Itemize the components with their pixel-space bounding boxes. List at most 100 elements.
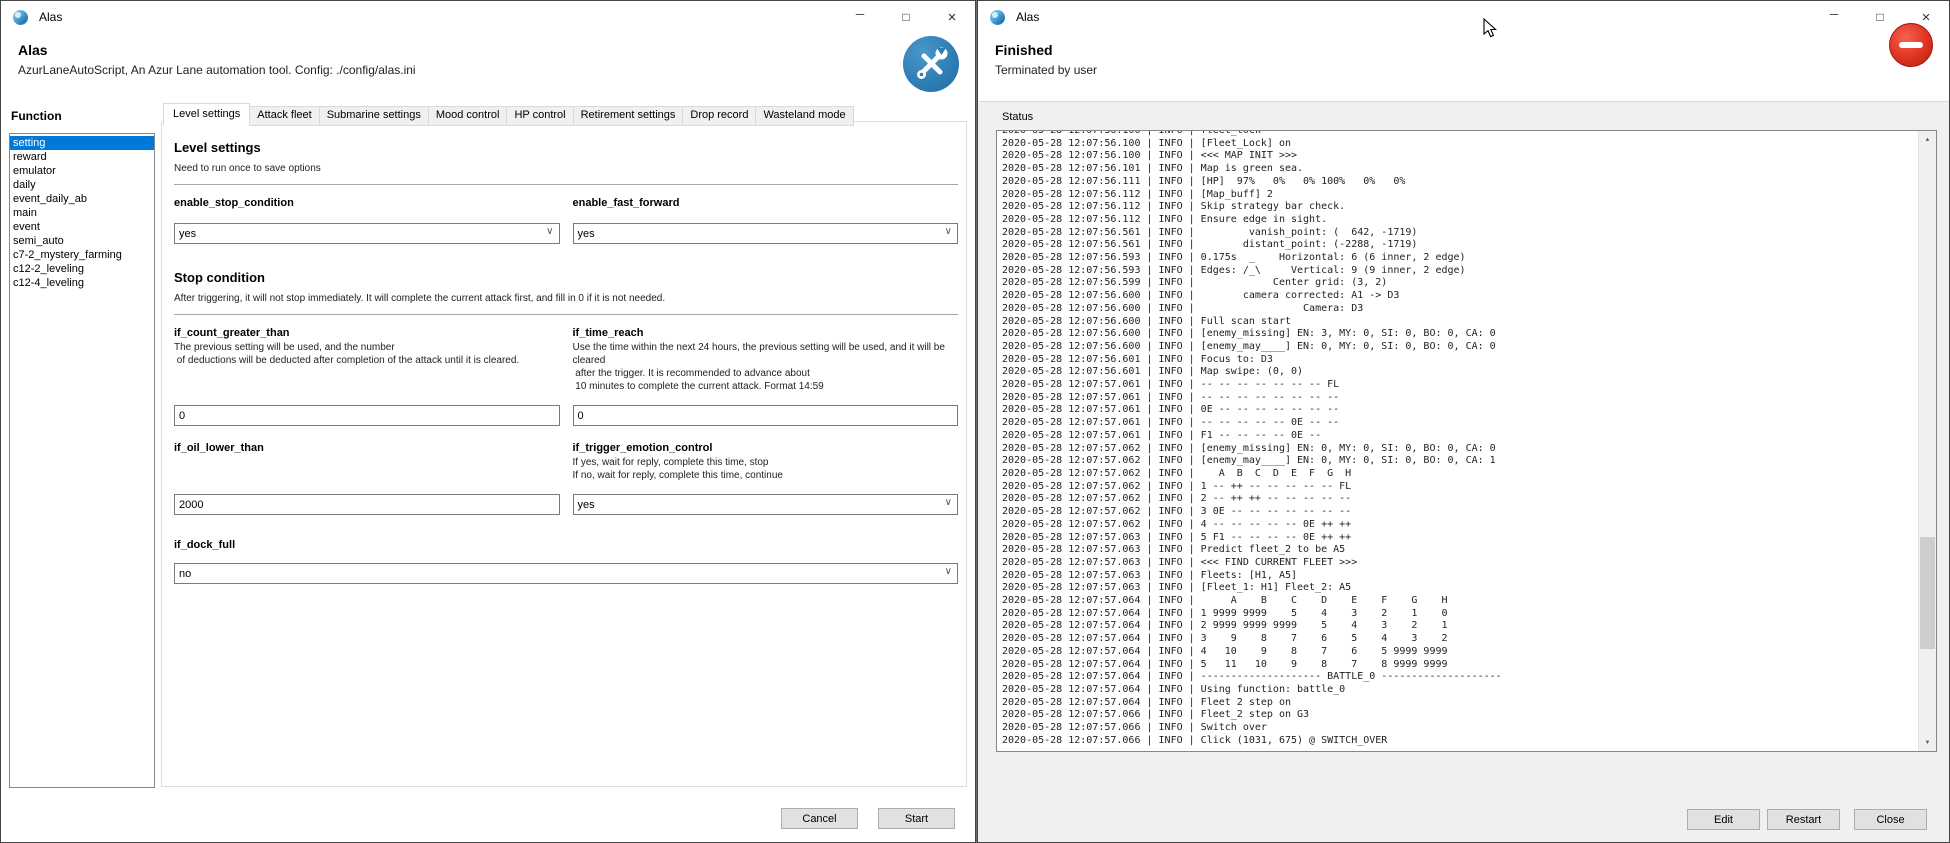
page-subtitle: AzurLaneAutoScript, An Azur Lane automat… <box>18 63 416 77</box>
restart-button[interactable]: Restart <box>1767 809 1840 830</box>
field-label-enable-fast-forward: enable_fast_forward <box>573 197 959 209</box>
maximize-button[interactable]: □ <box>883 1 929 33</box>
tab-attack-fleet[interactable]: Attack fleet <box>250 106 319 126</box>
scrollbar-thumb[interactable] <box>1920 537 1935 649</box>
minimize-button[interactable]: ─ <box>1811 1 1857 33</box>
log-line: 2020-05-28 12:07:57.063 | INFO | [Fleet_… <box>1002 582 1936 595</box>
select-value: no <box>179 568 191 580</box>
titlebar[interactable]: Alas ─ □ × <box>978 1 1949 33</box>
log-line: 2020-05-28 12:07:56.593 | INFO | Edges: … <box>1002 265 1936 278</box>
log-scrollbar[interactable]: ▲ ▼ <box>1918 131 1936 751</box>
if-dock-full-select[interactable]: no ∨ <box>174 563 958 584</box>
section-heading-level-settings: Level settings <box>174 140 958 155</box>
log-line: 2020-05-28 12:07:56.112 | INFO | Skip st… <box>1002 201 1936 214</box>
log-line: 2020-05-28 12:07:57.062 | INFO | 1 -- ++… <box>1002 481 1936 494</box>
close-log-button[interactable]: Close <box>1854 809 1927 830</box>
log-line: 2020-05-28 12:07:57.061 | INFO | -- -- -… <box>1002 392 1936 405</box>
log-line: 2020-05-28 12:07:57.064 | INFO | Fleet 2… <box>1002 697 1936 710</box>
field-label-enable-stop-condition: enable_stop_condition <box>174 197 560 209</box>
function-listbox[interactable]: settingrewardemulatordailyevent_daily_ab… <box>9 133 155 788</box>
config-header: Alas AzurLaneAutoScript, An Azur Lane au… <box>1 33 975 101</box>
tab-wasteland-mode[interactable]: Wasteland mode <box>756 106 853 126</box>
log-line: 2020-05-28 12:07:57.064 | INFO | -------… <box>1002 671 1936 684</box>
enable-stop-condition-select[interactable]: yes ∨ <box>174 223 560 244</box>
scroll-up-icon[interactable]: ▲ <box>1919 131 1936 148</box>
maximize-icon: □ <box>902 10 909 24</box>
start-button[interactable]: Start <box>878 808 955 829</box>
sidebar-item-event[interactable]: event <box>10 220 154 234</box>
minimize-icon: ─ <box>856 7 865 21</box>
sidebar-item-reward[interactable]: reward <box>10 150 154 164</box>
tab-drop-record[interactable]: Drop record <box>683 106 756 126</box>
log-line: 2020-05-28 12:07:57.062 | INFO | A B C D… <box>1002 468 1936 481</box>
tools-wrench-icon <box>903 36 959 92</box>
sidebar-item-main[interactable]: main <box>10 206 154 220</box>
divider <box>174 314 958 315</box>
log-output[interactable]: 2020-05-28 12:07:56.100 | INFO | fleet_l… <box>996 130 1937 752</box>
close-icon: × <box>948 9 957 26</box>
chevron-down-icon: ∨ <box>945 226 952 237</box>
log-line: 2020-05-28 12:07:56.561 | INFO | vanish_… <box>1002 227 1936 240</box>
function-list-label: Function <box>11 109 62 123</box>
field-help: Use the time within the next 24 hours, t… <box>573 341 959 367</box>
sidebar-item-semi_auto[interactable]: semi_auto <box>10 234 154 248</box>
log-line: 2020-05-28 12:07:56.600 | INFO | [enemy_… <box>1002 341 1936 354</box>
sidebar-item-c7-2_mystery_farming[interactable]: c7-2_mystery_farming <box>10 248 154 262</box>
log-line: 2020-05-28 12:07:56.561 | INFO | distant… <box>1002 239 1936 252</box>
log-line: 2020-05-28 12:07:56.111 | INFO | [HP] 97… <box>1002 176 1936 189</box>
section-desc-level-settings: Need to run once to save options <box>174 163 958 174</box>
cancel-button[interactable]: Cancel <box>781 808 858 829</box>
log-line: 2020-05-28 12:07:57.066 | INFO | Switch … <box>1002 722 1936 735</box>
if-oil-lower-than-input[interactable] <box>174 494 560 515</box>
close-button[interactable]: × <box>929 1 975 33</box>
alas-app-icon <box>13 10 28 25</box>
page-title: Alas <box>18 42 48 58</box>
sidebar-item-c12-2_leveling[interactable]: c12-2_leveling <box>10 262 154 276</box>
log-line: 2020-05-28 12:07:56.600 | INFO | camera … <box>1002 290 1936 303</box>
log-line: 2020-05-28 12:07:57.064 | INFO | 4 10 9 … <box>1002 646 1936 659</box>
select-value: yes <box>179 228 196 240</box>
minimize-icon: ─ <box>1830 7 1839 21</box>
field-help: The previous setting will be used, and t… <box>174 341 560 354</box>
select-value: yes <box>578 499 595 511</box>
status-panel: Status 2020-05-28 12:07:56.100 | INFO | … <box>978 101 1949 842</box>
sidebar-item-c12-4_leveling[interactable]: c12-4_leveling <box>10 276 154 290</box>
minimize-button[interactable]: ─ <box>837 1 883 33</box>
titlebar[interactable]: Alas ─ □ × <box>1 1 975 33</box>
log-window: Alas ─ □ × Finished Terminated by user S… <box>977 0 1950 843</box>
log-line: 2020-05-28 12:07:57.064 | INFO | A B C D… <box>1002 595 1936 608</box>
sidebar-item-setting[interactable]: setting <box>10 136 154 150</box>
tab-hp-control[interactable]: HP control <box>507 106 573 126</box>
tab-level-settings[interactable]: Level settings <box>163 103 250 126</box>
sidebar-item-event_daily_ab[interactable]: event_daily_ab <box>10 192 154 206</box>
sidebar-item-daily[interactable]: daily <box>10 178 154 192</box>
level-settings-panel: Level settings Need to run once to save … <box>161 121 967 787</box>
log-line: 2020-05-28 12:07:56.112 | INFO | [Map_bu… <box>1002 189 1936 202</box>
settings-tabstrip: Level settingsAttack fleetSubmarine sett… <box>163 103 854 126</box>
sidebar-item-emulator[interactable]: emulator <box>10 164 154 178</box>
edit-button[interactable]: Edit <box>1687 809 1760 830</box>
maximize-icon: □ <box>1876 10 1883 24</box>
log-line: 2020-05-28 12:07:57.063 | INFO | <<< FIN… <box>1002 557 1936 570</box>
log-line: 2020-05-28 12:07:57.064 | INFO | 3 9 8 7… <box>1002 633 1936 646</box>
run-status-subtitle: Terminated by user <box>995 63 1097 77</box>
if-trigger-emotion-control-select[interactable]: yes ∨ <box>573 494 959 515</box>
log-line: 2020-05-28 12:07:57.061 | INFO | 0E -- -… <box>1002 404 1936 417</box>
tab-mood-control[interactable]: Mood control <box>429 106 508 126</box>
log-line: 2020-05-28 12:07:57.064 | INFO | 1 9999 … <box>1002 608 1936 621</box>
tab-retirement-settings[interactable]: Retirement settings <box>574 106 684 126</box>
log-line: 2020-05-28 12:07:56.600 | INFO | Full sc… <box>1002 316 1936 329</box>
if-count-greater-than-input[interactable] <box>174 405 560 426</box>
enable-fast-forward-select[interactable]: yes ∨ <box>573 223 959 244</box>
log-header: Finished Terminated by user <box>978 33 1949 101</box>
log-line: 2020-05-28 12:07:57.066 | INFO | Click (… <box>1002 735 1936 748</box>
log-line: 2020-05-28 12:07:57.061 | INFO | -- -- -… <box>1002 379 1936 392</box>
log-line: 2020-05-28 12:07:56.600 | INFO | [enemy_… <box>1002 328 1936 341</box>
scroll-down-icon[interactable]: ▼ <box>1919 734 1936 751</box>
field-label-if-count-greater-than: if_count_greater_than <box>174 327 560 339</box>
if-time-reach-input[interactable] <box>573 405 959 426</box>
log-line: 2020-05-28 12:07:57.062 | INFO | 3 0E --… <box>1002 506 1936 519</box>
select-value: yes <box>578 228 595 240</box>
section-desc-stop-condition: After triggering, it will not stop immed… <box>174 293 958 304</box>
tab-submarine-settings[interactable]: Submarine settings <box>320 106 429 126</box>
